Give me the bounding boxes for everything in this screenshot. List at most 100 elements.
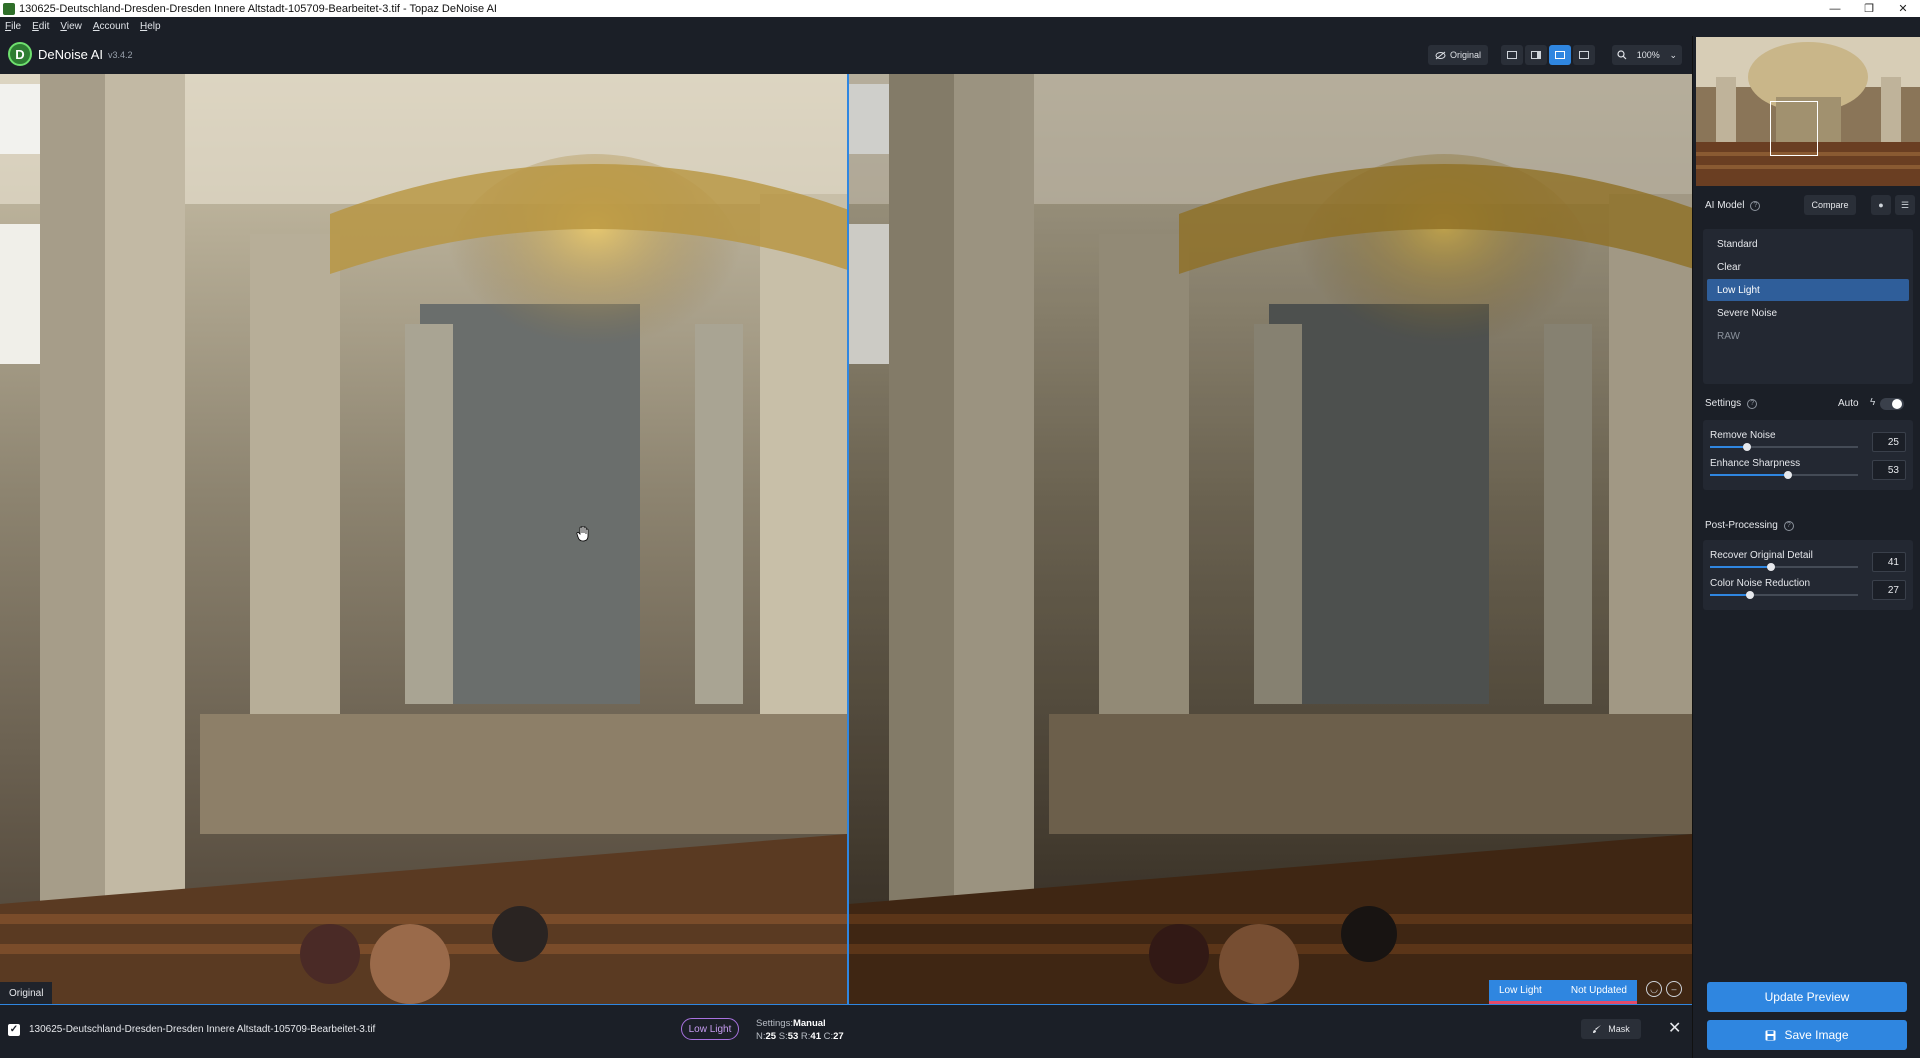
preview-status-tag: Low Light Not Updated	[1489, 980, 1637, 1004]
ai-model-list: Standard Clear Low Light Severe Noise RA…	[1703, 229, 1913, 384]
slider-fill	[1710, 594, 1750, 596]
minimize-icon[interactable]: —	[1818, 0, 1852, 17]
menu-account[interactable]: Account	[93, 21, 129, 32]
lightning-icon: ϟ	[1870, 397, 1876, 408]
preview-image	[849, 74, 1692, 1004]
side-by-side-view-button[interactable]	[1549, 45, 1571, 65]
slider-knob[interactable]	[1766, 563, 1775, 571]
menu-file[interactable]: File	[5, 21, 21, 32]
file-name: 130625-Deutschland-Dresden-Dresden Inner…	[29, 1024, 376, 1035]
file-bar: ✓ 130625-Deutschland-Dresden-Dresden Inn…	[0, 1004, 1692, 1058]
auto-toggle[interactable]	[1880, 398, 1904, 410]
face-tools: ◡ –	[1646, 981, 1682, 997]
slider-fill	[1710, 474, 1789, 476]
stat-key: N:	[756, 1031, 766, 1042]
stat-recover: 41	[810, 1031, 821, 1042]
compare-button[interactable]: Compare	[1804, 195, 1856, 215]
slider-knob[interactable]	[1784, 471, 1793, 479]
split-view-icon	[1531, 51, 1541, 59]
slider-label: Recover Original Detail	[1710, 550, 1813, 561]
eye-slash-icon	[1435, 51, 1446, 59]
face-smile-icon[interactable]: ◡	[1646, 981, 1662, 997]
mask-button[interactable]: Mask	[1581, 1019, 1641, 1039]
stat-noise: 25	[765, 1031, 777, 1042]
ai-model-title: AI Model	[1705, 200, 1745, 211]
preview-model-label: Low Light	[1499, 985, 1542, 996]
navigator-thumbnail[interactable]	[1696, 37, 1920, 186]
split-view-button[interactable]	[1525, 45, 1547, 65]
header-toolbar: D DeNoise AI v3.4.2 Original 100% ⌄	[0, 36, 1692, 74]
slider-knob[interactable]	[1745, 591, 1754, 599]
list-icon[interactable]: ☰	[1895, 195, 1915, 215]
bulb-icon[interactable]: ●	[1871, 195, 1891, 215]
stat-key: C:	[823, 1031, 834, 1042]
close-window-icon[interactable]: ✕	[1886, 0, 1920, 17]
slider-track[interactable]	[1710, 471, 1858, 479]
restore-icon[interactable]: ❐	[1852, 0, 1886, 17]
update-preview-button[interactable]: Update Preview	[1707, 982, 1907, 1012]
slider-knob[interactable]	[1743, 443, 1751, 451]
file-checkbox[interactable]: ✓	[8, 1024, 20, 1036]
slider-value-input[interactable]: 53	[1872, 460, 1906, 480]
original-image	[0, 74, 847, 1004]
stat-color: 27	[833, 1031, 844, 1042]
app-icon	[3, 2, 15, 15]
slider-value-input[interactable]: 27	[1872, 580, 1906, 600]
right-sidebar: AI Model ? Compare ● ☰ Standard Clear Lo…	[1692, 36, 1920, 1058]
slider-label: Enhance Sharpness	[1710, 458, 1801, 469]
model-standard[interactable]: Standard	[1707, 233, 1909, 255]
grid-view-button[interactable]	[1573, 45, 1595, 65]
zoom-dropdown[interactable]: 100% ⌄	[1612, 45, 1682, 65]
slider-track[interactable]	[1710, 443, 1858, 451]
save-image-button[interactable]: Save Image	[1707, 1020, 1907, 1050]
settings-card: Remove Noise 25 Enhance Sharpness 53	[1703, 420, 1913, 490]
menu-help[interactable]: Help	[140, 21, 161, 32]
navigator-viewport-box[interactable]	[1770, 101, 1818, 156]
save-icon	[1765, 1030, 1776, 1040]
preview-pane[interactable]	[849, 74, 1692, 1004]
menu-edit[interactable]: Edit	[32, 21, 49, 32]
single-view-button[interactable]	[1501, 45, 1523, 65]
face-neutral-icon[interactable]: –	[1666, 981, 1682, 997]
side-by-side-view-icon	[1555, 51, 1565, 59]
file-model-badge: Low Light	[681, 1018, 739, 1040]
original-pane[interactable]	[0, 74, 847, 1004]
image-viewer[interactable]: Original Low Light Not Updated ◡ –	[0, 74, 1692, 1004]
show-original-label: Original	[1449, 50, 1481, 60]
update-preview-label: Update Preview	[1764, 990, 1850, 1004]
ai-model-heading: AI Model ?	[1705, 200, 1761, 211]
window-title: 130625-Deutschland-Dresden-Dresden Inner…	[19, 2, 497, 15]
model-severe-noise[interactable]: Severe Noise	[1707, 302, 1909, 324]
slider-track[interactable]	[1710, 591, 1858, 599]
model-clear[interactable]: Clear	[1707, 256, 1909, 278]
slider-value-input[interactable]: 41	[1872, 552, 1906, 572]
view-mode-group	[1501, 45, 1595, 65]
post-processing-title: Post-Processing	[1705, 520, 1778, 531]
settings-heading: Settings ?	[1705, 398, 1758, 409]
help-icon[interactable]: ?	[1750, 200, 1761, 211]
remove-noise-slider[interactable]: Remove Noise 25	[1710, 428, 1906, 458]
slider-track[interactable]	[1710, 563, 1858, 571]
post-processing-heading: Post-Processing ?	[1705, 520, 1794, 531]
help-icon[interactable]: ?	[1747, 398, 1758, 409]
remove-file-icon[interactable]: ✕	[1668, 1018, 1681, 1038]
denoise-logo-icon: D	[8, 42, 32, 66]
enhance-sharpness-slider[interactable]: Enhance Sharpness 53	[1710, 456, 1906, 486]
title-bar: 130625-Deutschland-Dresden-Dresden Inner…	[0, 0, 1920, 17]
slider-fill	[1710, 566, 1771, 568]
model-low-light[interactable]: Low Light	[1707, 279, 1909, 301]
settings-label: Settings:	[756, 1018, 793, 1029]
hand-cursor-icon	[576, 526, 589, 542]
file-settings-summary: Settings:Manual N:25 S:53 R:41 C:27	[756, 1017, 844, 1043]
menu-view[interactable]: View	[60, 21, 82, 32]
model-raw[interactable]: RAW	[1707, 325, 1909, 347]
help-icon[interactable]: ?	[1783, 520, 1794, 531]
app-name: DeNoise AI	[38, 46, 104, 62]
recover-detail-slider[interactable]: Recover Original Detail 41	[1710, 548, 1906, 578]
auto-label: Auto	[1838, 398, 1859, 409]
show-original-button[interactable]: Original	[1428, 45, 1488, 65]
slider-value-input[interactable]: 25	[1872, 432, 1906, 452]
settings-mode: Manual	[792, 1018, 826, 1029]
mask-label: Mask	[1608, 1024, 1630, 1034]
color-noise-slider[interactable]: Color Noise Reduction 27	[1710, 576, 1906, 606]
